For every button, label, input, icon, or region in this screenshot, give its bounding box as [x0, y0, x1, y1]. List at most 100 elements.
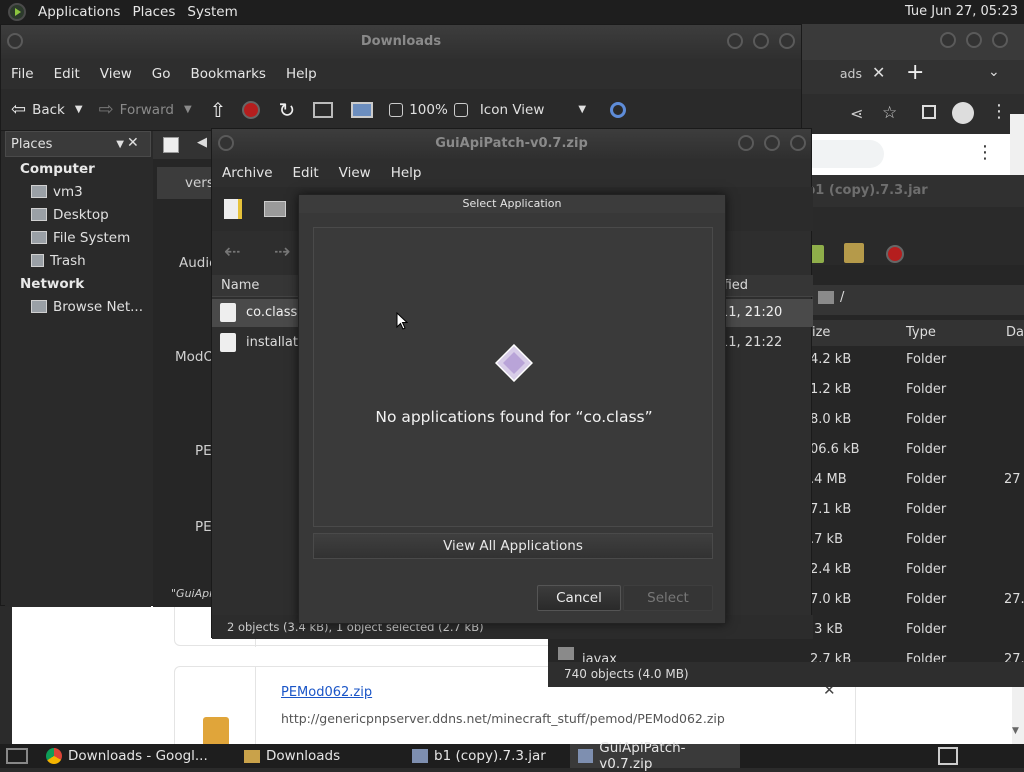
cancel-button[interactable]: Cancel	[537, 585, 621, 611]
menu-view[interactable]: View	[90, 66, 142, 82]
edit-location-icon[interactable]	[163, 137, 179, 153]
zoom-level[interactable]: 100%	[409, 102, 448, 118]
menu-file[interactable]: File	[1, 66, 44, 82]
select-button[interactable]: Select	[623, 585, 713, 611]
jar-path[interactable]: /	[840, 290, 844, 305]
stop-icon[interactable]	[242, 100, 261, 119]
browser-menu-icon[interactable]: ⋮	[990, 101, 1008, 122]
column-name[interactable]: Name	[221, 278, 259, 293]
bookmark-star-icon[interactable]: ☆	[882, 103, 897, 123]
sidebar-item-vm3[interactable]: vm3	[5, 180, 151, 203]
sidebar-item-desktop[interactable]: Desktop	[5, 203, 151, 226]
archive-titlebar[interactable]: GuiApiPatch-v0.7.zip	[212, 129, 811, 159]
menu-edit[interactable]: Edit	[283, 165, 329, 181]
applications-menu[interactable]: Applications	[32, 4, 126, 20]
menu-edit[interactable]: Edit	[44, 66, 90, 82]
stop-icon[interactable]	[886, 245, 904, 263]
menu-bookmarks[interactable]: Bookmarks	[181, 66, 276, 82]
back-arrow-icon[interactable]: ⇠	[224, 239, 241, 263]
menu-go[interactable]: Go	[142, 66, 181, 82]
tab-close-icon[interactable]: ✕	[872, 63, 885, 82]
forward-arrow-icon[interactable]: ⇨	[99, 99, 114, 120]
chevron-down-icon[interactable]: ▼	[550, 104, 604, 115]
computer-icon[interactable]	[351, 101, 374, 118]
sidebar-item-trash[interactable]: Trash	[5, 249, 151, 272]
sidebar-item-browse-network[interactable]: Browse Net...	[5, 295, 151, 318]
new-archive-icon[interactable]	[224, 199, 242, 219]
window-menu-button[interactable]	[218, 135, 234, 151]
share-icon[interactable]: ⋖	[850, 104, 863, 123]
up-icon[interactable]: ⇧	[210, 98, 237, 122]
home-icon[interactable]	[313, 101, 334, 118]
forward-history-icon[interactable]: ▼	[180, 104, 204, 115]
file-tile[interactable]: versi	[157, 167, 218, 199]
taskbar-item-browser[interactable]: Downloads - Googl...	[38, 744, 236, 768]
window-menu-button[interactable]	[7, 33, 23, 49]
file-label[interactable]: ModO	[175, 349, 214, 365]
sidebar-item-file-system[interactable]: File System	[5, 226, 151, 249]
back-history-icon[interactable]: ▼	[71, 104, 93, 115]
system-menu[interactable]: System	[181, 4, 243, 20]
table-row[interactable]: javax 2.7 kB Folder 27.	[548, 645, 1024, 662]
show-desktop-icon[interactable]	[6, 748, 28, 764]
back-button[interactable]: Back	[32, 102, 65, 118]
row-type: Folder	[906, 442, 947, 457]
taskbar-item-jar[interactable]: b1 (copy).7.3.jar	[404, 744, 570, 768]
sidebar-mode-select[interactable]: Places	[11, 137, 52, 152]
column-date[interactable]: Da	[1006, 325, 1024, 340]
maximize-button[interactable]	[966, 32, 982, 48]
workspace-switcher-icon[interactable]	[938, 747, 958, 765]
minimize-button[interactable]	[727, 33, 743, 49]
drive-icon	[31, 231, 47, 244]
sidebar-header[interactable]: Places ▼ ✕	[5, 131, 151, 157]
application-list[interactable]: No applications found for “co.class”	[313, 227, 713, 527]
text-file-icon	[220, 333, 236, 352]
maximize-button[interactable]	[764, 135, 780, 151]
menu-help[interactable]: Help	[381, 165, 432, 181]
jar-status: 740 objects (4.0 MB)	[548, 662, 1024, 687]
new-tab-icon[interactable]: +	[906, 60, 924, 85]
zoom-in-icon[interactable]	[453, 102, 468, 117]
file-label[interactable]: PE	[195, 443, 212, 459]
column-size[interactable]: ize	[812, 325, 830, 340]
clock[interactable]: Tue Jun 27, 05:23	[905, 4, 1018, 19]
menu-view[interactable]: View	[329, 165, 381, 181]
view-all-applications-button[interactable]: View All Applications	[313, 533, 713, 559]
back-arrow-icon[interactable]: ⇦	[11, 99, 26, 120]
close-icon[interactable]: ✕	[127, 135, 139, 151]
forward-button[interactable]: Forward	[120, 102, 174, 118]
open-archive-icon[interactable]	[264, 201, 286, 217]
column-type[interactable]: Type	[906, 325, 936, 340]
forward-arrow-icon[interactable]: ⇢	[274, 239, 291, 263]
menu-archive[interactable]: Archive	[212, 165, 283, 181]
distro-logo-icon[interactable]	[8, 3, 26, 21]
scroll-down-icon[interactable]: ▼	[1012, 726, 1019, 736]
close-button[interactable]	[790, 135, 806, 151]
taskbar-item-archive[interactable]: GuiApiPatch-v0.7.zip	[570, 740, 740, 772]
search-icon[interactable]	[610, 101, 627, 118]
more-options-icon[interactable]: ⋮	[976, 142, 994, 163]
view-mode-select[interactable]: Icon View	[480, 102, 545, 118]
zoom-out-icon[interactable]	[389, 102, 404, 117]
profile-avatar-icon[interactable]	[952, 102, 974, 124]
tab-downloads[interactable]: ads	[800, 66, 862, 81]
minimize-button[interactable]	[738, 135, 754, 151]
menu-help[interactable]: Help	[276, 66, 327, 82]
minimize-button[interactable]	[940, 32, 956, 48]
downloads-titlebar[interactable]: Downloads	[1, 25, 801, 59]
taskbar-item-downloads[interactable]: Downloads	[236, 744, 404, 768]
download-filename-link[interactable]: PEMod062.zip	[281, 685, 372, 700]
side-panel-icon[interactable]	[922, 105, 936, 119]
path-left-arrow-icon[interactable]: ◀	[197, 135, 207, 150]
tab-list-chevron-icon[interactable]: ⌄	[988, 64, 1000, 80]
file-label[interactable]: PE	[195, 519, 212, 535]
row-size: 06.6 kB	[810, 442, 860, 457]
maximize-button[interactable]	[753, 33, 769, 49]
places-menu[interactable]: Places	[126, 4, 181, 20]
chevron-down-icon[interactable]: ▼	[116, 139, 124, 150]
search-pill[interactable]	[800, 140, 884, 168]
add-files-icon[interactable]	[844, 243, 864, 263]
close-button[interactable]	[779, 33, 795, 49]
reload-icon[interactable]: ↻	[278, 98, 307, 122]
close-button[interactable]	[992, 32, 1008, 48]
